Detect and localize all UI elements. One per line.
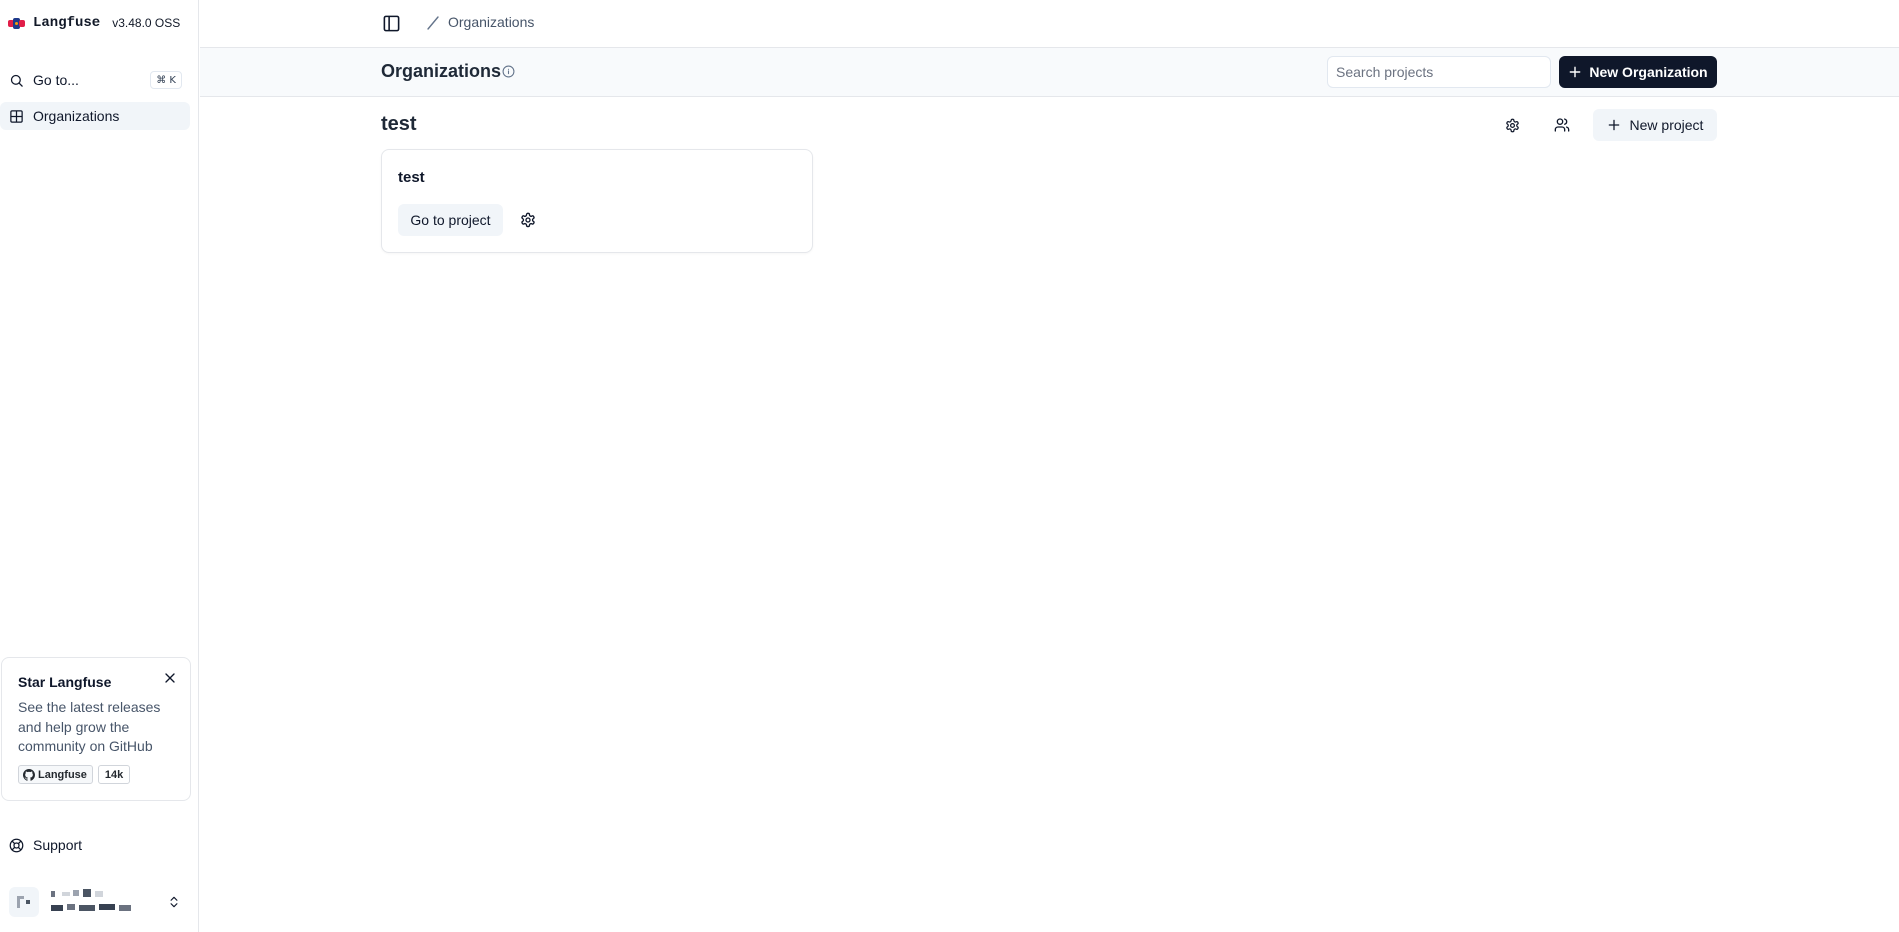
lifebuoy-icon bbox=[9, 838, 24, 852]
new-organization-button[interactable]: New Organization bbox=[1559, 56, 1717, 88]
new-project-button[interactable]: New project bbox=[1593, 109, 1717, 141]
organization-title: test bbox=[381, 113, 417, 135]
search-icon bbox=[10, 74, 23, 87]
gear-icon bbox=[1505, 118, 1519, 132]
info-icon[interactable] bbox=[502, 65, 515, 78]
github-star-widget: Langfuse 14k bbox=[18, 765, 131, 784]
chevron-up-down-icon bbox=[170, 896, 178, 908]
brand[interactable]: Langfuse v3.48.0 OSS bbox=[8, 13, 180, 33]
sidebar-toggle-button[interactable] bbox=[380, 12, 402, 34]
users-icon bbox=[1554, 118, 1570, 132]
shortcut-badge: ⌘ K bbox=[150, 71, 182, 89]
close-icon[interactable] bbox=[162, 670, 178, 686]
github-star-count[interactable]: 14k bbox=[97, 765, 131, 784]
page-title: Organizations bbox=[381, 61, 502, 81]
support-label: Support bbox=[33, 837, 83, 853]
new-organization-label: New Organization bbox=[1589, 64, 1708, 80]
github-star-label: Langfuse bbox=[38, 768, 87, 781]
sidebar-item-organizations[interactable]: Organizations bbox=[0, 102, 190, 130]
project-settings-button[interactable] bbox=[518, 210, 538, 230]
breadcrumb[interactable]: Organizations bbox=[448, 14, 534, 30]
github-icon bbox=[23, 768, 35, 781]
sidebar: Langfuse v3.48.0 OSS Go to... ⌘ K Organi… bbox=[0, 0, 199, 932]
app-name: Langfuse bbox=[33, 15, 101, 31]
gear-icon bbox=[521, 212, 535, 228]
star-card-title: Star Langfuse bbox=[18, 674, 112, 690]
project-card: test Go to project bbox=[381, 149, 813, 253]
plus-icon bbox=[1608, 119, 1619, 131]
avatar bbox=[9, 887, 39, 917]
star-langfuse-card: Star Langfuse See the latest releases an… bbox=[1, 657, 191, 801]
organization-members-button[interactable] bbox=[1549, 112, 1575, 138]
plus-icon bbox=[1570, 66, 1581, 78]
go-to-project-button[interactable]: Go to project bbox=[398, 204, 503, 236]
langfuse-logo-icon bbox=[8, 17, 25, 29]
goto-label: Go to... bbox=[33, 72, 79, 88]
grid-icon bbox=[10, 109, 23, 123]
github-star-button[interactable]: Langfuse bbox=[18, 765, 93, 784]
support-button[interactable]: Support bbox=[0, 832, 190, 858]
sidebar-item-label: Organizations bbox=[33, 108, 120, 124]
goto-search-button[interactable]: Go to... ⌘ K bbox=[0, 67, 190, 93]
page-header: Organizations New Organization bbox=[200, 48, 1899, 97]
new-project-label: New project bbox=[1629, 117, 1704, 133]
app-version: v3.48.0 OSS bbox=[112, 16, 181, 30]
user-menu[interactable] bbox=[0, 882, 190, 922]
search-projects-input[interactable] bbox=[1327, 56, 1551, 88]
organization-settings-button[interactable] bbox=[1499, 112, 1525, 138]
project-name: test bbox=[398, 169, 425, 186]
panel-left-icon bbox=[383, 15, 399, 31]
user-info-redacted bbox=[49, 887, 139, 917]
top-bar: Organizations bbox=[200, 0, 1899, 48]
slash-separator-icon bbox=[427, 16, 439, 30]
star-card-text: See the latest releases and help grow th… bbox=[18, 699, 161, 754]
